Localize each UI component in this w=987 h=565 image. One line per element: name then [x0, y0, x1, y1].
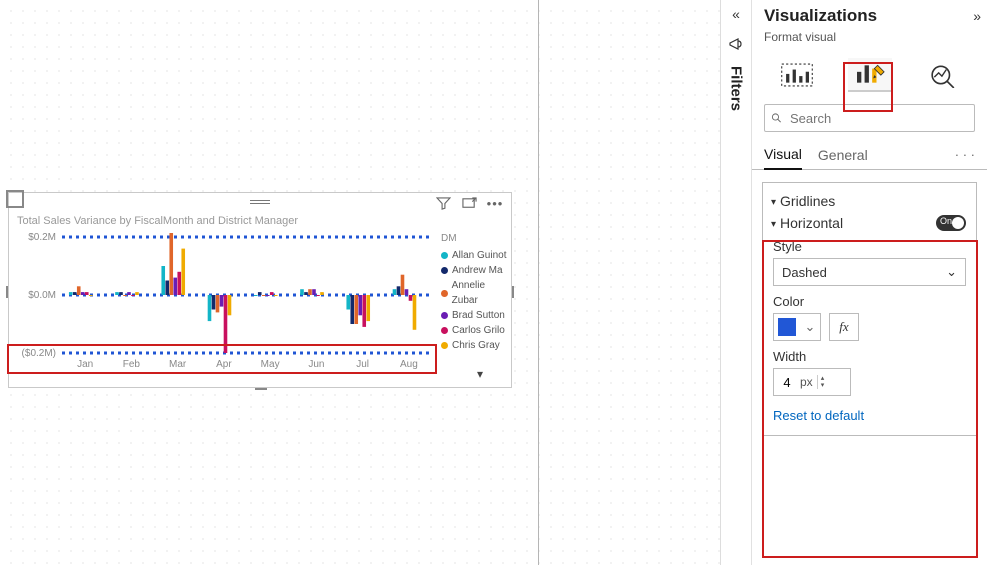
- panel-subtitle: Format visual: [752, 30, 987, 50]
- color-picker[interactable]: ⌄: [773, 313, 821, 341]
- chart-legend: DM Allan GuinotAndrew MaAnnelie ZubarBra…: [441, 231, 511, 353]
- tabs-more-icon[interactable]: · · ·: [955, 147, 975, 162]
- gridlines-card: ▾ Gridlines ▾ Horizontal On Style Dashed…: [762, 182, 977, 436]
- megaphone-icon[interactable]: [728, 36, 744, 52]
- resize-handle-br[interactable]: [9, 193, 21, 205]
- legend-scroll-down-icon[interactable]: ▾: [477, 367, 483, 381]
- filter-icon[interactable]: [435, 195, 451, 211]
- expand-chevron-icon[interactable]: »: [973, 8, 981, 24]
- resize-handle-bottom[interactable]: [255, 388, 267, 390]
- width-unit: px: [800, 375, 813, 389]
- legend-item[interactable]: Andrew Ma: [441, 263, 511, 278]
- visualizations-panel: Visualizations » Format visual Visual Ge…: [752, 0, 987, 565]
- color-swatch: [778, 318, 796, 336]
- svg-text:Jun: Jun: [308, 359, 324, 370]
- svg-text:Jan: Jan: [77, 359, 93, 370]
- reset-to-default-link[interactable]: Reset to default: [773, 408, 966, 423]
- build-visual-tab-icon[interactable]: [775, 58, 819, 92]
- svg-text:($0.2M): ($0.2M): [22, 348, 56, 359]
- drag-grip-icon[interactable]: [250, 200, 270, 204]
- chevron-down-icon: ⌄: [946, 264, 957, 280]
- tab-visual[interactable]: Visual: [764, 140, 802, 170]
- width-value[interactable]: [774, 374, 800, 391]
- svg-text:$0.2M: $0.2M: [28, 233, 56, 243]
- horizontal-label: Horizontal: [780, 215, 843, 231]
- toggle-text: On: [940, 216, 952, 226]
- color-label: Color: [773, 294, 966, 309]
- panel-title: Visualizations: [764, 6, 877, 26]
- chevron-down-icon: ▾: [771, 197, 776, 208]
- chevron-down-icon: ▾: [771, 219, 776, 230]
- analytics-tab-icon[interactable]: [921, 58, 965, 92]
- legend-item[interactable]: Annelie Zubar: [441, 278, 511, 308]
- color-fx-button[interactable]: fx: [829, 313, 859, 341]
- chevron-down-icon: ⌄: [800, 319, 820, 335]
- gridlines-expander[interactable]: ▾ Gridlines: [771, 193, 966, 209]
- horizontal-toggle[interactable]: On: [936, 215, 966, 231]
- legend-item[interactable]: Carlos Grilo: [441, 323, 511, 338]
- svg-text:Mar: Mar: [169, 359, 187, 370]
- toggle-knob: [952, 217, 964, 229]
- search-field[interactable]: [788, 110, 968, 127]
- gridlines-title: Gridlines: [780, 193, 835, 209]
- style-label: Style: [773, 239, 966, 254]
- more-options-icon[interactable]: •••: [487, 195, 503, 211]
- tab-general[interactable]: General: [818, 140, 868, 170]
- style-value: Dashed: [782, 265, 827, 280]
- legend-item[interactable]: Chris Gray: [441, 338, 511, 353]
- legend-item[interactable]: Allan Guinot: [441, 248, 511, 263]
- canvas-divider: [538, 0, 539, 565]
- focus-mode-icon[interactable]: [461, 195, 477, 211]
- svg-text:May: May: [261, 359, 280, 370]
- svg-text:Aug: Aug: [400, 359, 418, 370]
- search-input[interactable]: [764, 104, 975, 132]
- style-select[interactable]: Dashed ⌄: [773, 258, 966, 286]
- chart-visual-tile[interactable]: ••• Total Sales Variance by FiscalMonth …: [8, 192, 512, 388]
- resize-handle-left[interactable]: [6, 286, 8, 298]
- legend-title: DM: [441, 231, 511, 246]
- width-label: Width: [773, 349, 966, 364]
- chart-title: Total Sales Variance by FiscalMonth and …: [9, 211, 511, 227]
- collapse-chevron-icon[interactable]: «: [732, 6, 740, 22]
- width-stepper[interactable]: px ▴▾: [773, 368, 851, 396]
- search-icon: [771, 111, 782, 125]
- svg-text:Feb: Feb: [123, 359, 141, 370]
- filters-rail-label[interactable]: Filters: [728, 66, 745, 111]
- stepper-arrows[interactable]: ▴▾: [817, 375, 828, 389]
- format-visual-tab-icon[interactable]: [848, 58, 892, 92]
- chart-plot-area: $0.2M $0.0M ($0.2M) Jan Feb Mar Apr May Jun Jul Au…: [17, 233, 437, 373]
- legend-item[interactable]: Brad Sutton: [441, 308, 511, 323]
- svg-text:Jul: Jul: [356, 359, 369, 370]
- svg-text:$0.0M: $0.0M: [28, 290, 56, 301]
- horizontal-expander[interactable]: ▾ Horizontal On: [771, 215, 966, 231]
- resize-handle-right[interactable]: [512, 286, 514, 298]
- svg-text:Apr: Apr: [216, 359, 232, 370]
- filters-collapsed-rail: « Filters: [720, 0, 752, 565]
